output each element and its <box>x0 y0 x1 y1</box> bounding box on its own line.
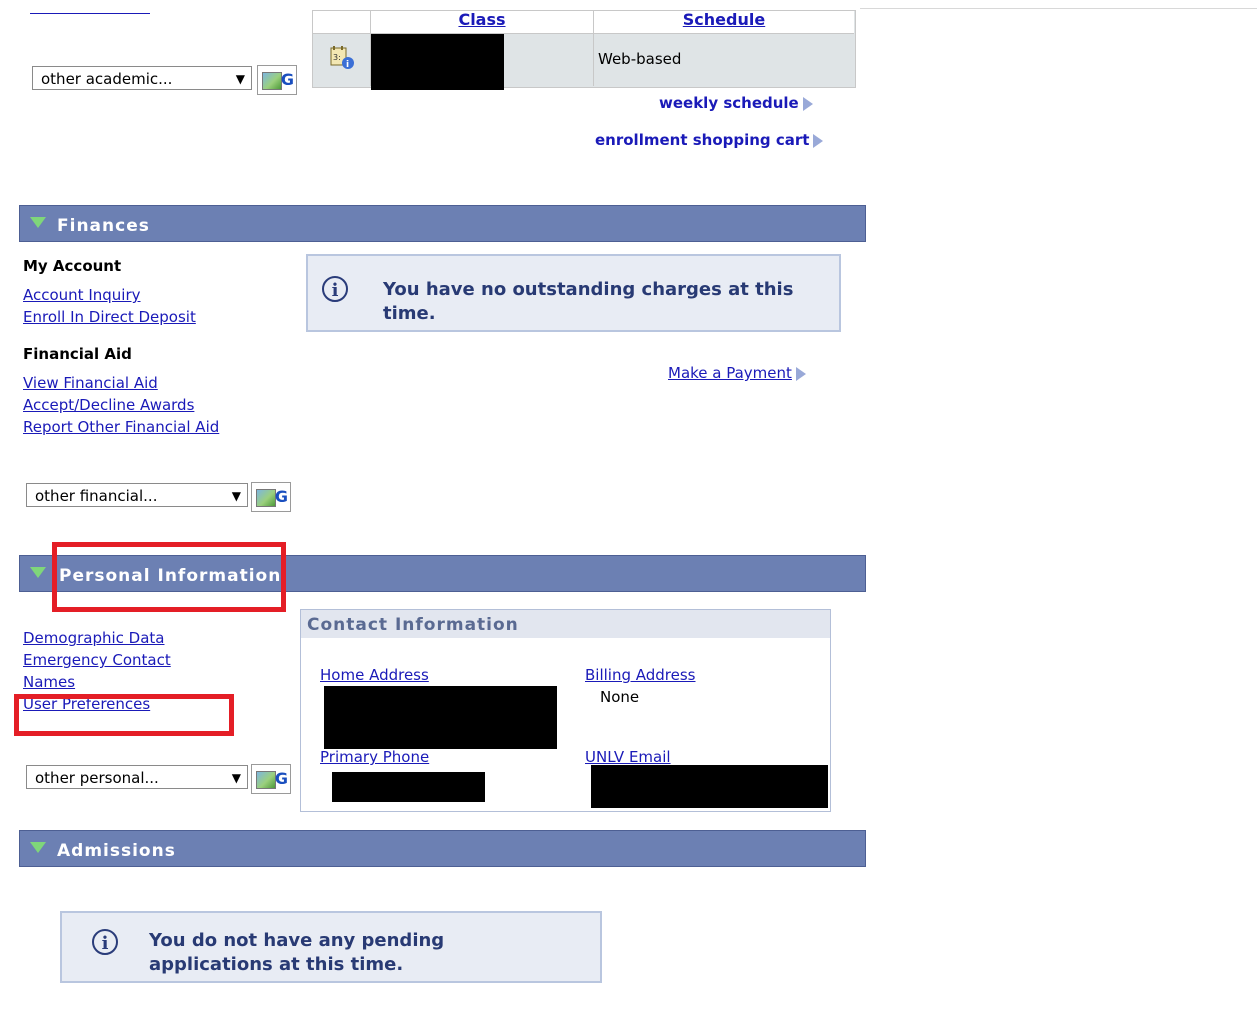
make-payment-link[interactable]: Make a Payment <box>668 362 806 384</box>
dropdown-arrow-icon: ▼ <box>231 489 241 503</box>
go-personal-button[interactable]: G <box>251 764 291 794</box>
table-header-icon <box>313 11 371 34</box>
billing-address-link[interactable]: Billing Address <box>585 666 696 684</box>
email-link[interactable]: UNLV Email <box>585 748 671 766</box>
highlight-box-user-preferences <box>14 694 234 736</box>
other-personal-select[interactable]: other personal... ▼ <box>26 765 248 789</box>
other-financial-select[interactable]: other financial... ▼ <box>26 483 248 507</box>
emergency-contact-link[interactable]: Emergency Contact <box>23 649 171 671</box>
class-cell <box>371 34 594 90</box>
admissions-info-message: i You do not have any pending applicatio… <box>60 911 602 983</box>
broken-image-icon <box>262 72 282 90</box>
redacted-phone <box>332 772 485 802</box>
contact-information-header: Contact Information <box>301 610 830 638</box>
account-inquiry-link[interactable]: Account Inquiry <box>23 284 196 306</box>
dropdown-arrow-icon: ▼ <box>235 72 245 86</box>
go-academic-button[interactable]: G <box>257 65 297 95</box>
contact-information-panel: Contact Information Home Address Billing… <box>300 609 831 812</box>
broken-image-icon <box>256 771 276 789</box>
collapse-triangle-icon[interactable] <box>30 217 46 228</box>
finances-section-header[interactable]: Finances <box>19 205 866 242</box>
admissions-section-header[interactable]: Admissions <box>19 830 866 867</box>
direct-deposit-link[interactable]: Enroll In Direct Deposit <box>23 306 196 328</box>
collapse-triangle-icon[interactable] <box>30 567 46 578</box>
redacted-class-name <box>371 34 504 90</box>
home-address-link[interactable]: Home Address <box>320 666 429 684</box>
primary-phone-link[interactable]: Primary Phone <box>320 748 429 766</box>
demographic-data-link[interactable]: Demographic Data <box>23 627 171 649</box>
arrow-right-icon <box>802 96 813 111</box>
names-link[interactable]: Names <box>23 671 171 693</box>
view-financial-aid-link[interactable]: View Financial Aid <box>23 372 219 394</box>
my-account-heading: My Account <box>23 257 122 275</box>
schedule-value: Web-based <box>598 50 682 68</box>
weekly-schedule-link[interactable]: weekly schedule <box>659 94 813 112</box>
table-header-class[interactable]: Class <box>371 11 594 34</box>
other-academic-select[interactable]: other academic... ▼ <box>32 66 252 90</box>
svg-text:i: i <box>346 60 349 70</box>
class-details-icon[interactable]: 3: i <box>329 46 355 70</box>
financial-aid-heading: Financial Aid <box>23 345 132 363</box>
truncated-top-link[interactable] <box>30 0 150 14</box>
collapse-triangle-icon[interactable] <box>30 842 46 853</box>
svg-text:3:: 3: <box>333 53 341 62</box>
finances-info-message: i You have no outstanding charges at thi… <box>306 254 841 332</box>
info-icon: i <box>322 276 348 302</box>
redacted-email <box>591 765 828 808</box>
financial-aid-links: View Financial Aid Accept/Decline Awards… <box>23 372 219 438</box>
dropdown-arrow-icon: ▼ <box>231 771 241 785</box>
table-header-schedule[interactable]: Schedule <box>594 11 854 34</box>
arrow-right-icon <box>795 366 806 381</box>
table-row: 3: i <box>313 34 371 86</box>
accept-decline-awards-link[interactable]: Accept/Decline Awards <box>23 394 219 416</box>
shopping-cart-link[interactable]: enrollment shopping cart <box>595 131 824 149</box>
billing-address-value: None <box>600 688 640 706</box>
highlight-box-personal-info <box>52 542 286 612</box>
my-account-links: Account Inquiry Enroll In Direct Deposit <box>23 284 196 328</box>
top-divider <box>860 8 1257 9</box>
arrow-right-icon <box>813 133 824 148</box>
class-schedule-table: Class Schedule 3: i Web-based <box>312 10 856 90</box>
go-financial-button[interactable]: G <box>251 482 291 512</box>
info-icon: i <box>92 929 118 955</box>
broken-image-icon <box>256 489 276 507</box>
redacted-home-address <box>324 686 557 749</box>
schedule-cell: Web-based <box>594 34 854 86</box>
report-other-aid-link[interactable]: Report Other Financial Aid <box>23 416 219 438</box>
